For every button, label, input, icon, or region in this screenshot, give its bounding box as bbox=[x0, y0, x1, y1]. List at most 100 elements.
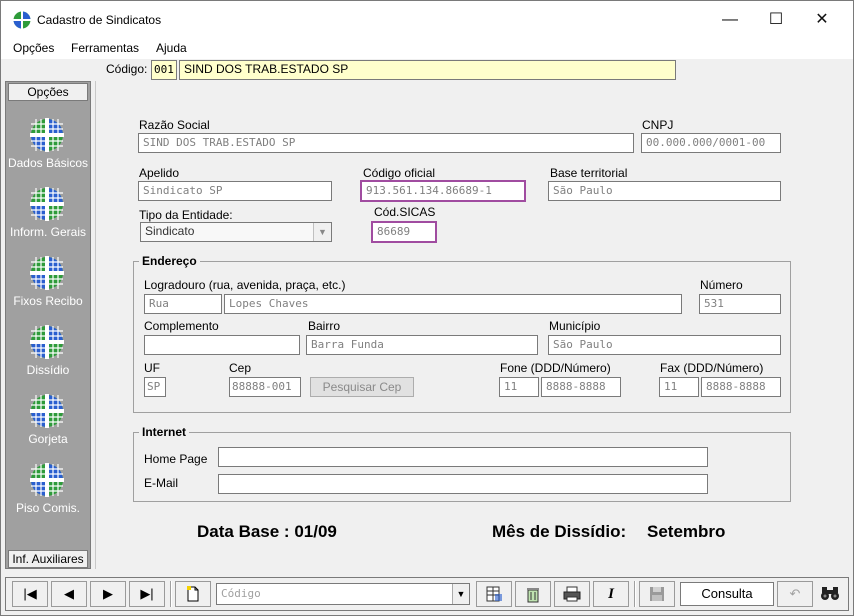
numero-field[interactable]: 531 bbox=[699, 294, 781, 314]
find-button[interactable] bbox=[812, 581, 848, 607]
menu-ferramentas[interactable]: Ferramentas bbox=[71, 41, 139, 55]
next-record-button[interactable]: ▶ bbox=[90, 581, 126, 607]
undo-icon: ↶ bbox=[789, 586, 801, 601]
first-record-button[interactable]: |◀ bbox=[12, 581, 48, 607]
sidebar-item-dados-basicos[interactable]: Dados Básicos bbox=[6, 118, 90, 184]
menu-ajuda[interactable]: Ajuda bbox=[156, 41, 187, 55]
tipo-entidade-label: Tipo da Entidade: bbox=[139, 208, 233, 222]
minimize-button[interactable]: — bbox=[707, 5, 753, 35]
base-territorial-field[interactable]: São Paulo bbox=[548, 181, 781, 201]
sidebar-item-label: Inform. Gerais bbox=[9, 225, 87, 239]
globe-icon bbox=[30, 187, 64, 221]
codigo-oficial-label: Código oficial bbox=[363, 166, 436, 180]
delete-button[interactable] bbox=[515, 581, 551, 607]
chevron-down-icon[interactable]: ▼ bbox=[452, 584, 469, 604]
maximize-button[interactable]: ☐ bbox=[753, 5, 799, 35]
globe-icon bbox=[30, 394, 64, 428]
last-icon: ▶| bbox=[140, 586, 154, 601]
sidebar-item-inform-gerais[interactable]: Inform. Gerais bbox=[6, 187, 90, 253]
pesquisar-cep-button[interactable]: Pesquisar Cep bbox=[310, 377, 414, 397]
options-sidebar: Opções Dados Básicos Inform. Gerais Fixo… bbox=[5, 81, 91, 569]
fone-label: Fone (DDD/Número) bbox=[500, 361, 611, 375]
municipio-field[interactable]: São Paulo bbox=[548, 335, 781, 355]
fax-ddd-field[interactable]: 11 bbox=[659, 377, 699, 397]
homepage-input[interactable] bbox=[218, 447, 708, 467]
municipio-label: Município bbox=[549, 319, 601, 333]
grid-view-button[interactable] bbox=[476, 581, 512, 607]
tipo-entidade-select[interactable]: Sindicato bbox=[140, 222, 332, 242]
sidebar-item-dissidio[interactable]: Dissídio bbox=[6, 325, 90, 391]
uf-label: UF bbox=[144, 361, 160, 375]
apelido-label: Apelido bbox=[139, 166, 180, 180]
menu-bar: Opções Ferramentas Ajuda bbox=[1, 39, 853, 59]
edit-button[interactable]: I bbox=[593, 581, 629, 607]
new-document-icon bbox=[187, 586, 199, 602]
base-territorial-label: Base territorial bbox=[550, 166, 628, 180]
sidebar-item-label: Dados Básicos bbox=[7, 156, 89, 170]
sindicato-nome-field: SIND DOS TRAB.ESTADO SP bbox=[179, 60, 676, 80]
chevron-down-icon[interactable]: ▼ bbox=[313, 223, 331, 241]
window-title: Cadastro de Sindicatos bbox=[37, 13, 162, 27]
sidebar-item-gorjeta[interactable]: Gorjeta bbox=[6, 394, 90, 460]
new-document-button[interactable] bbox=[175, 581, 211, 607]
homepage-label: Home Page bbox=[144, 452, 208, 466]
cep-field[interactable]: 88888-001 bbox=[229, 377, 301, 397]
app-icon bbox=[13, 11, 31, 29]
logradouro-field[interactable]: Lopes Chaves bbox=[224, 294, 682, 314]
codigo-label: Código: bbox=[106, 62, 148, 76]
floppy-disk-icon bbox=[650, 587, 664, 601]
cod-sicas-field[interactable]: 86689 bbox=[371, 221, 437, 243]
mes-dissidio-label: Mês de Dissídio: bbox=[492, 522, 627, 541]
trash-icon bbox=[527, 588, 539, 603]
logradouro-tipo-field[interactable]: Rua bbox=[144, 294, 222, 314]
toolbar-separator bbox=[634, 581, 636, 607]
sidebar-item-fixos-recibo[interactable]: Fixos Recibo bbox=[6, 256, 90, 322]
fone-numero-field[interactable]: 8888-8888 bbox=[541, 377, 621, 397]
undo-button[interactable]: ↶ bbox=[777, 581, 813, 607]
cod-sicas-label: Cód.SICAS bbox=[374, 205, 436, 219]
fax-numero-field[interactable]: 8888-8888 bbox=[701, 377, 781, 397]
cep-label: Cep bbox=[229, 361, 252, 375]
close-button[interactable]: ✕ bbox=[799, 5, 845, 35]
codigo-oficial-field[interactable]: 913.561.134.86689-1 bbox=[360, 180, 526, 202]
binoculars-icon bbox=[821, 587, 839, 600]
sidebar-item-label: Dissídio bbox=[26, 363, 70, 377]
search-code-combo[interactable]: Código bbox=[216, 583, 470, 605]
codigo-input[interactable]: 001 bbox=[151, 60, 177, 80]
italic-i-icon: I bbox=[608, 586, 614, 602]
fone-ddd-field[interactable]: 11 bbox=[499, 377, 539, 397]
print-button[interactable] bbox=[554, 581, 590, 607]
endereco-title: Endereço bbox=[139, 254, 200, 268]
sidebar-item-piso-comis[interactable]: Piso Comis. bbox=[6, 463, 90, 529]
email-input[interactable] bbox=[218, 474, 708, 494]
table-icon bbox=[486, 586, 502, 602]
uf-field[interactable]: SP bbox=[144, 377, 166, 397]
sidebar-footer-inf-auxiliares[interactable]: Inf. Auxiliares bbox=[8, 550, 88, 568]
globe-icon bbox=[30, 256, 64, 290]
previous-record-button[interactable]: ◀ bbox=[51, 581, 87, 607]
last-record-button[interactable]: ▶| bbox=[129, 581, 165, 607]
sidebar-item-label: Fixos Recibo bbox=[13, 294, 83, 308]
globe-icon bbox=[30, 325, 64, 359]
mode-status: Consulta bbox=[680, 582, 774, 606]
main-window: Cadastro de Sindicatos — ☐ ✕ Opções Ferr… bbox=[0, 0, 854, 616]
title-bar: Cadastro de Sindicatos — ☐ ✕ bbox=[1, 1, 853, 39]
first-icon: |◀ bbox=[23, 586, 37, 601]
razao-social-field[interactable]: SIND DOS TRAB.ESTADO SP bbox=[138, 133, 634, 153]
form-content: Razão Social SIND DOS TRAB.ESTADO SP CNP… bbox=[95, 81, 851, 569]
complemento-field[interactable] bbox=[144, 335, 300, 355]
bairro-field[interactable]: Barra Funda bbox=[306, 335, 538, 355]
save-button[interactable] bbox=[639, 581, 675, 607]
sidebar-header: Opções bbox=[8, 83, 88, 101]
numero-label: Número bbox=[700, 278, 743, 292]
cnpj-field[interactable]: 00.000.000/0001-00 bbox=[641, 133, 781, 153]
menu-opcoes[interactable]: Opções bbox=[13, 41, 54, 55]
logradouro-label: Logradouro (rua, avenida, praça, etc.) bbox=[144, 278, 346, 292]
next-icon: ▶ bbox=[103, 586, 113, 601]
razao-social-label: Razão Social bbox=[139, 118, 210, 132]
apelido-field[interactable]: Sindicato SP bbox=[138, 181, 332, 201]
toolbar-separator bbox=[170, 581, 172, 607]
globe-icon bbox=[30, 118, 64, 152]
code-row: Código: 001 SIND DOS TRAB.ESTADO SP bbox=[1, 59, 853, 81]
printer-icon bbox=[563, 586, 581, 602]
